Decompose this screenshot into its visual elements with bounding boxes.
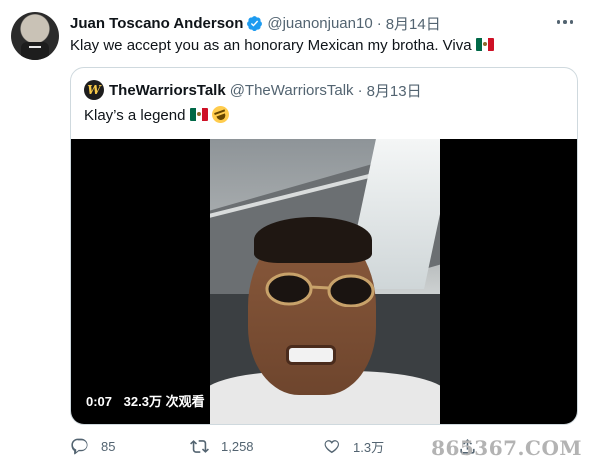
video-frame (210, 139, 440, 424)
reply-icon (71, 438, 88, 454)
quoted-tweet[interactable]: W TheWarriorsTalk @TheWarriorsTalk · 8月1… (70, 67, 578, 425)
video-overlay: 0:07 32.3万 次观看 (86, 391, 205, 410)
sunglasses-graphic (265, 272, 375, 307)
avatar-jersey (21, 42, 49, 60)
like-count: 1.3万 (353, 439, 385, 455)
video-views: 32.3万 次观看 (123, 394, 205, 409)
more-dot (569, 20, 574, 24)
action-bar: 85 1,258 1.3万 (70, 433, 477, 459)
quoted-author-handle: @TheWarriorsTalk (229, 81, 354, 99)
verified-badge-icon (247, 15, 263, 31)
more-dot (563, 20, 567, 24)
tweet-text: Klay we accept you as an honorary Mexica… (70, 37, 472, 54)
heart-icon (324, 439, 339, 453)
quoted-separator: · (357, 81, 363, 99)
video-person-hair (254, 217, 372, 263)
video-person-mouth (286, 345, 336, 365)
author-name[interactable]: Juan Toscano Anderson (70, 15, 243, 32)
quoted-text-line: Klay’s a legend (84, 103, 232, 126)
quoted-date: 8月13日 (366, 82, 422, 100)
quoted-text: Klay’s a legend (84, 107, 186, 124)
rolling-laughing-emoji-icon (209, 103, 232, 126)
quoted-header: W TheWarriorsTalk @TheWarriorsTalk · 8月1… (84, 80, 422, 100)
retweet-icon (190, 439, 209, 453)
quoted-avatar-logo: W (84, 80, 104, 100)
retweet-count: 1,258 (221, 438, 254, 454)
tweet-text-line: Klay we accept you as an honorary Mexica… (70, 36, 494, 56)
video-player[interactable]: 0:07 32.3万 次观看 (71, 139, 577, 424)
author-avatar[interactable] (11, 12, 59, 60)
more-options-icon[interactable] (554, 14, 576, 30)
tweet-header: Juan Toscano Anderson @juanonjuan10 · 8月… (70, 12, 441, 34)
mexico-flag-icon (475, 38, 494, 51)
tweet-date[interactable]: 8月14日 (386, 13, 441, 34)
video-elapsed: 0:07 (86, 394, 113, 409)
author-handle[interactable]: @juanonjuan10 (267, 15, 372, 32)
mexico-flag-icon (189, 108, 208, 121)
site-watermark: 865367.COM (431, 436, 582, 460)
tweet-card[interactable]: Juan Toscano Anderson @juanonjuan10 · 8月… (0, 0, 590, 466)
quoted-author-name: TheWarriorsTalk (109, 81, 226, 99)
reply-count: 85 (101, 438, 116, 454)
reply-button[interactable]: 85 (70, 437, 190, 456)
header-separator: · (376, 14, 382, 32)
retweet-button[interactable]: 1,258 (190, 437, 322, 456)
more-dot (556, 20, 561, 24)
